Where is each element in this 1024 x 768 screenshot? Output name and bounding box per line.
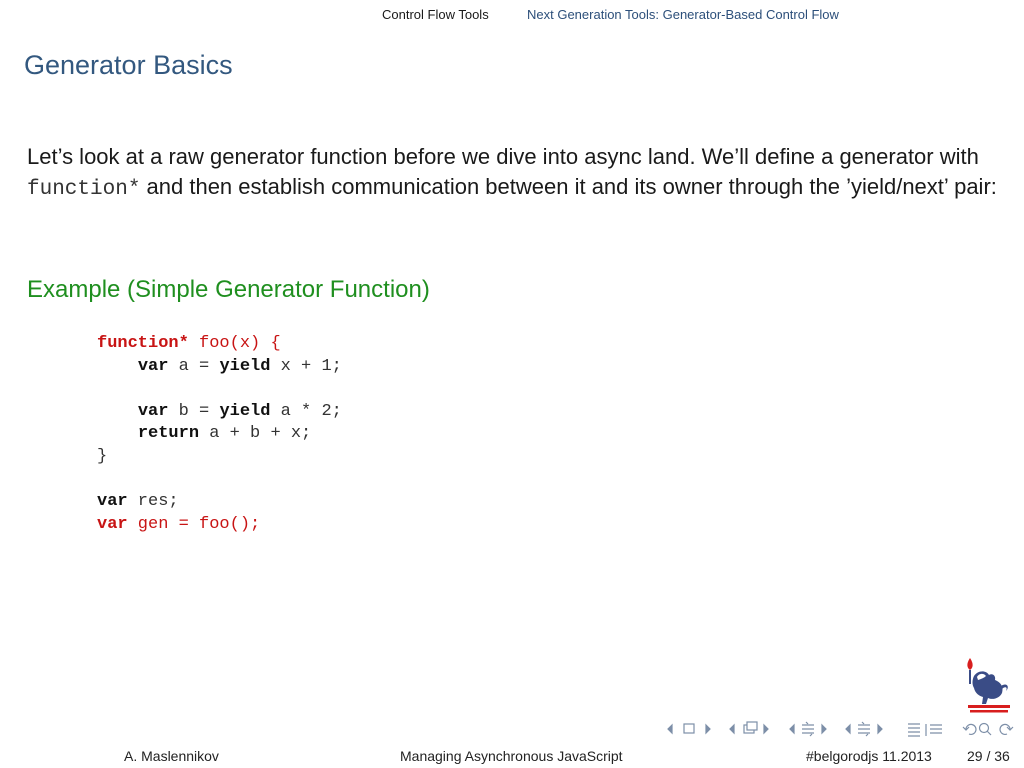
nav-subsection-icon[interactable] xyxy=(743,721,758,734)
nav-frame-icon[interactable] xyxy=(683,723,695,734)
footer-bar: A. Maslennikov Managing Asynchronous Jav… xyxy=(0,744,1024,768)
code-text: b = xyxy=(168,401,220,421)
code-text: res; xyxy=(127,492,179,512)
code-text: a + b + x; xyxy=(199,424,312,444)
code-line: return a + b + x; xyxy=(97,423,342,446)
headline-subsection-link[interactable]: Next Generation Tools: Generator-Based C… xyxy=(527,7,839,22)
footer-event-date: #belgorodjs 11.2013 xyxy=(806,748,932,764)
crest-base-stripe xyxy=(970,710,1008,713)
nav-prev-section-icon[interactable] xyxy=(789,723,795,735)
intro-text-after: and then establish communication between… xyxy=(140,174,997,199)
code-line: function* foo(x) { xyxy=(97,333,342,356)
headline-bar: Control Flow Tools Next Generation Tools… xyxy=(0,0,1024,30)
footer-presentation-title: Managing Asynchronous JavaScript xyxy=(400,748,623,764)
code-text: a * 2; xyxy=(270,401,342,421)
footer-page-number: 29 / 36 xyxy=(967,748,1010,764)
code-line: var res; xyxy=(97,491,342,514)
code-text: foo(x) { xyxy=(188,334,281,353)
code-text: x + 1; xyxy=(270,356,342,376)
nav-prev-subsection-icon[interactable] xyxy=(729,723,735,735)
crest-base-stripe xyxy=(968,705,1010,708)
code-keyword: yield xyxy=(219,356,271,376)
code-line: var b = yield a * 2; xyxy=(97,401,342,424)
nav-search-icon[interactable] xyxy=(978,722,992,736)
torch-flame-icon xyxy=(967,658,973,670)
nav-toc-icon[interactable] xyxy=(908,723,942,737)
nav-next-section-icon[interactable] xyxy=(821,723,827,735)
nav-redo-icon[interactable] xyxy=(999,723,1014,735)
code-listing: function* foo(x) { var a = yield x + 1; … xyxy=(97,333,342,536)
code-line: var gen = foo(); xyxy=(97,514,342,537)
nav-section-icon[interactable] xyxy=(802,721,814,737)
example-block-title: Example (Simple Generator Function) xyxy=(27,276,430,303)
code-line: var a = yield x + 1; xyxy=(97,356,342,379)
nav-next-frame-icon[interactable] xyxy=(705,723,711,735)
code-keyword: var xyxy=(97,492,128,512)
code-line: } xyxy=(97,446,108,466)
nav-undo-icon[interactable] xyxy=(962,723,977,735)
lion-body-icon xyxy=(972,671,1003,704)
nav-doc-icon[interactable] xyxy=(858,721,870,737)
frame-title: Generator Basics xyxy=(24,50,233,80)
code-keyword: function* xyxy=(97,334,189,353)
footer-author: A. Maslennikov xyxy=(124,748,219,764)
code-keyword: yield xyxy=(219,401,271,421)
code-text: gen = foo(); xyxy=(127,514,261,534)
headline-section-link[interactable]: Control Flow Tools xyxy=(382,7,489,22)
intro-paragraph: Let’s look at a raw generator function b… xyxy=(27,142,1012,205)
code-keyword: return xyxy=(137,424,200,444)
nav-next-subsection-icon[interactable] xyxy=(763,723,769,735)
nav-prev-frame-icon[interactable] xyxy=(667,723,673,735)
torch-handle-icon xyxy=(969,670,971,684)
code-keyword: var xyxy=(97,514,128,534)
code-text: a = xyxy=(168,356,220,376)
beamer-navigation-symbols xyxy=(667,721,1014,737)
code-keyword: var xyxy=(137,401,169,421)
nav-prev-doc-icon[interactable] xyxy=(845,723,851,735)
lion-torch-crest-logo xyxy=(967,658,1010,713)
code-keyword: var xyxy=(137,356,169,376)
nav-next-doc-icon[interactable] xyxy=(877,723,883,735)
intro-inline-code: function* xyxy=(27,178,141,201)
intro-text-before: Let’s look at a raw generator function b… xyxy=(27,144,979,169)
